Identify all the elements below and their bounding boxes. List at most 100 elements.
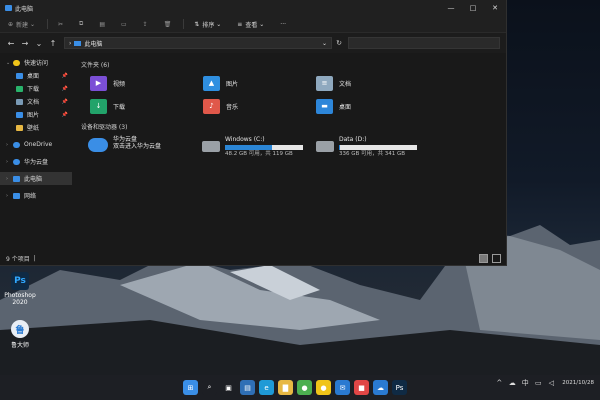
desktop-shortcut-photoshop[interactable]: Ps Photoshop 2020: [0, 272, 40, 306]
folder-pictures[interactable]: ▲ 图片: [203, 72, 316, 94]
chevron-down-icon[interactable]: ⌄: [6, 60, 10, 66]
chevron-right-icon[interactable]: ›: [6, 159, 10, 165]
paste-icon[interactable]: ▤: [95, 18, 109, 30]
sidebar-item-wallpaper[interactable]: 壁纸: [0, 121, 72, 134]
sidebar-item-label: 桌面: [27, 73, 40, 80]
sort-button[interactable]: ⇅ 排序 ⌄: [190, 18, 225, 30]
language-indicator[interactable]: 中: [520, 378, 530, 388]
device-huawei-cloud[interactable]: 华为云盘 双击进入华为云盘: [88, 136, 202, 164]
pc-icon: [74, 40, 82, 46]
folders-section-header[interactable]: 文件夹 (6): [81, 60, 504, 70]
sidebar-item-label: 网络: [24, 193, 37, 200]
sidebar-item-label: OneDrive: [24, 141, 53, 148]
pin-icon: 📌: [61, 85, 68, 92]
taskview-icon[interactable]: ▣: [221, 380, 236, 395]
edge-icon[interactable]: e: [259, 380, 274, 395]
folder-documents[interactable]: ≡ 文档: [316, 72, 429, 94]
drive-name: Data (D:): [339, 136, 367, 143]
app-green-icon[interactable]: ●: [297, 380, 312, 395]
sidebar-item-huawei-cloud[interactable]: › 华为云盘: [0, 155, 72, 168]
breadcrumb-separator: ›: [69, 39, 72, 47]
sidebar-item-onedrive[interactable]: › OneDrive: [0, 138, 72, 151]
new-button[interactable]: ⊕ 新建 ⌄: [4, 18, 39, 30]
folder-desktop[interactable]: ▬ 桌面: [316, 95, 429, 117]
title-bar[interactable]: 此电脑 — □ ✕: [0, 0, 506, 16]
ludashi-icon: 鲁: [11, 320, 29, 338]
up-icon[interactable]: ↑: [46, 39, 60, 48]
rename-icon[interactable]: ▭: [117, 18, 131, 30]
drive-icon: [316, 141, 334, 152]
shortcut-label: 鲁大师: [10, 342, 29, 349]
chevron-right-icon[interactable]: ›: [6, 142, 10, 148]
network-icon: [13, 192, 20, 199]
share-icon[interactable]: ⇪: [139, 18, 152, 30]
cut-icon[interactable]: ✂: [54, 18, 67, 30]
cloud-app-icon[interactable]: ☁: [373, 380, 388, 395]
shortcut-label: Photoshop: [4, 292, 36, 299]
network-icon[interactable]: ▭: [533, 379, 543, 387]
app-yellow-icon[interactable]: ●: [316, 380, 331, 395]
refresh-icon[interactable]: ↻: [332, 39, 346, 47]
divider: [183, 19, 185, 29]
downloads-folder-icon: ↓: [90, 98, 107, 114]
address-bar[interactable]: › 此电脑 ⌄: [64, 37, 332, 49]
volume-icon[interactable]: ◁: [546, 379, 556, 387]
folder-videos[interactable]: ▶ 视频: [90, 72, 203, 94]
back-icon[interactable]: ←: [4, 39, 18, 48]
widgets-icon[interactable]: ▤: [240, 380, 255, 395]
divider: [46, 19, 48, 29]
sidebar-item-downloads[interactable]: 下载 📌: [0, 82, 72, 95]
sidebar-item-desktop[interactable]: 桌面 📌: [0, 69, 72, 82]
sidebar-item-quick-access[interactable]: ⌄ 快速访问: [0, 56, 72, 69]
sidebar-item-documents[interactable]: 文档 📌: [0, 95, 72, 108]
tray-chevron-icon[interactable]: ^: [494, 379, 504, 387]
content-pane: 文件夹 (6) ▶ 视频 ▲ 图片 ≡ 文档 ↓ 下载 ♪ 音乐 ▬ 桌面 设备…: [76, 58, 504, 248]
drive-d[interactable]: Data (D:) 336 GB 可用，共 341 GB: [316, 136, 430, 164]
sidebar-item-pictures[interactable]: 图片 📌: [0, 108, 72, 121]
drive-usage-bar: [339, 145, 417, 150]
picture-icon: [16, 111, 23, 118]
desktop-shortcut-ludashi[interactable]: 鲁 鲁大师: [0, 320, 40, 349]
chevron-down-icon[interactable]: ⌄: [322, 40, 327, 47]
folder-music[interactable]: ♪ 音乐: [203, 95, 316, 117]
chevron-right-icon[interactable]: ›: [6, 176, 10, 182]
folder-label: 桌面: [339, 103, 352, 111]
tiles-view-icon[interactable]: [492, 253, 501, 263]
sidebar-item-label: 此电脑: [24, 176, 43, 183]
more-button[interactable]: ···: [276, 18, 290, 30]
minimize-button[interactable]: —: [440, 0, 462, 16]
pc-icon: [5, 5, 12, 11]
folder-downloads[interactable]: ↓ 下载: [90, 95, 203, 117]
details-view-icon[interactable]: [479, 253, 488, 263]
command-bar: ⊕ 新建 ⌄ ✂ ⧉ ▤ ▭ ⇪ 🗑 ⇅ 排序 ⌄ ≡ 查看 ⌄ ···: [0, 16, 506, 33]
maximize-button[interactable]: □: [462, 0, 484, 16]
close-button[interactable]: ✕: [484, 0, 506, 16]
start-icon[interactable]: ⊞: [183, 380, 198, 395]
pin-icon: 📌: [61, 98, 68, 105]
view-button[interactable]: ≡ 查看 ⌄: [233, 18, 268, 30]
cloud-icon: [88, 138, 108, 152]
cloud-tray-icon[interactable]: ☁: [507, 379, 517, 387]
photoshop-icon: Ps: [11, 272, 29, 290]
devices-section-header[interactable]: 设备和驱动器 (3): [81, 122, 504, 132]
clock[interactable]: 2021/10/28: [562, 380, 594, 387]
chevron-right-icon[interactable]: ›: [6, 193, 10, 199]
app-red-icon[interactable]: ■: [354, 380, 369, 395]
recent-locations-icon[interactable]: ⌄: [32, 39, 46, 48]
forward-icon[interactable]: →: [18, 39, 32, 48]
folders-grid: ▶ 视频 ▲ 图片 ≡ 文档 ↓ 下载 ♪ 音乐 ▬ 桌面: [90, 72, 510, 118]
mail-icon[interactable]: ✉: [335, 380, 350, 395]
drive-c[interactable]: Windows (C:) 48.2 GB 可用，共 119 GB: [202, 136, 316, 164]
delete-icon[interactable]: 🗑: [160, 18, 176, 30]
search-icon[interactable]: ⌕: [202, 380, 217, 395]
photoshop-icon[interactable]: Ps: [392, 380, 407, 395]
status-bar: 9 个项目 |: [0, 251, 505, 265]
file-explorer-window: 此电脑 — □ ✕ ⊕ 新建 ⌄ ✂ ⧉ ▤ ▭ ⇪ 🗑 ⇅ 排序 ⌄ ≡ 查看 ⌄ …: [0, 0, 507, 266]
sidebar-item-network[interactable]: › 网络: [0, 189, 72, 202]
sidebar-item-label: 快速访问: [24, 60, 49, 67]
explorer-icon[interactable]: ▇: [278, 380, 293, 395]
search-input[interactable]: [348, 37, 500, 49]
copy-icon[interactable]: ⧉: [75, 18, 87, 30]
sidebar-item-this-pc[interactable]: › 此电脑: [0, 172, 72, 185]
devices-grid: 华为云盘 双击进入华为云盘 Windows (C:) 48.2 GB 可用，共 …: [88, 136, 504, 164]
